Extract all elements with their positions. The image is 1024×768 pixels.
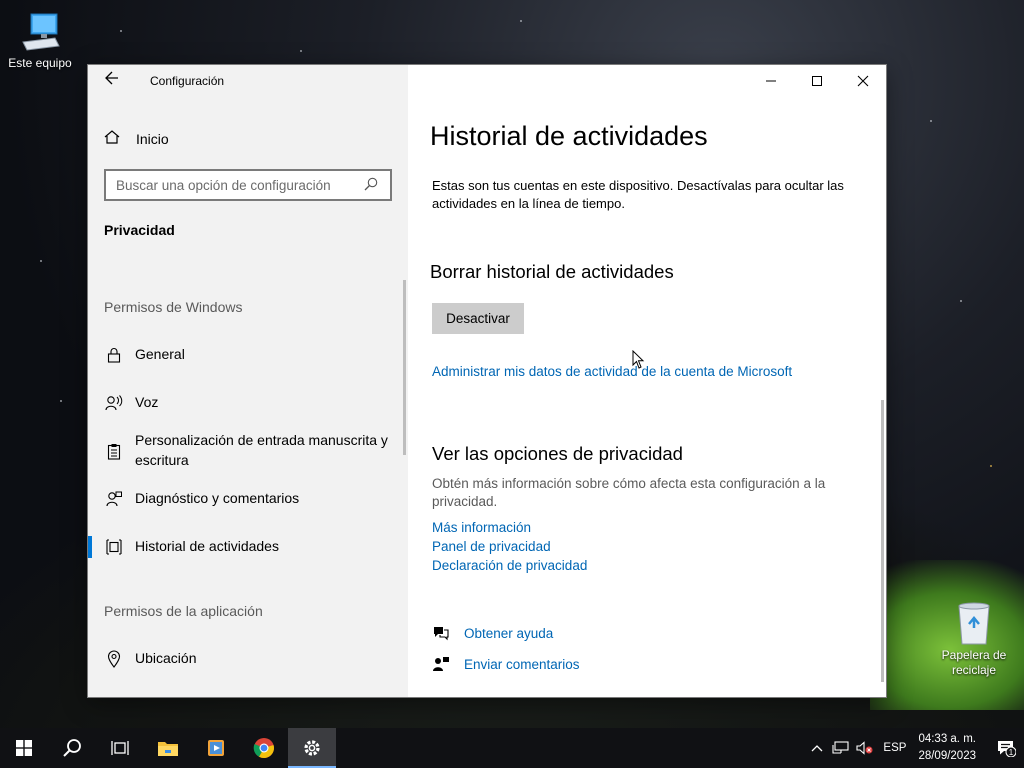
home-icon <box>104 129 124 148</box>
sidebar-item-inking-typing[interactable]: Personalización de entrada manuscrita y … <box>88 430 406 470</box>
search-input[interactable] <box>116 177 364 193</box>
settings-window: Configuración Inicio Privacidad Permisos… <box>88 65 886 697</box>
minimize-icon <box>766 80 776 82</box>
clear-history-heading: Borrar historial de actividades <box>430 261 674 282</box>
search-icon <box>63 739 81 757</box>
chrome-button[interactable] <box>240 728 288 768</box>
sidebar-item-location[interactable]: Ubicación <box>88 648 406 669</box>
recycle-bin-icon <box>951 600 997 646</box>
recycle-bin-label: Papelera de reciclaje <box>941 648 1007 677</box>
notification-count: 1 <box>1009 748 1014 757</box>
sidebar-item-home[interactable]: Inicio <box>104 129 169 148</box>
folder-icon <box>158 742 178 756</box>
volume-button[interactable] <box>853 728 877 768</box>
window-title: Configuración <box>150 74 225 88</box>
computer-icon <box>17 8 63 54</box>
page-title: Historial de actividades <box>430 121 708 151</box>
media-player-icon <box>208 740 224 756</box>
minimize-button[interactable] <box>748 65 794 97</box>
privacy-dashboard-link[interactable]: Panel de privacidad <box>432 539 551 554</box>
network-icon <box>832 741 849 754</box>
start-button[interactable] <box>0 728 48 768</box>
gear-icon <box>304 740 320 756</box>
voice-icon <box>104 393 124 413</box>
close-icon <box>857 75 869 87</box>
sidebar-item-general[interactable]: General <box>88 344 406 365</box>
feedback-person-icon <box>432 655 450 673</box>
maximize-button[interactable] <box>794 65 840 97</box>
manage-activity-data-link[interactable]: Administrar mis datos de actividad de la… <box>432 364 792 379</box>
more-info-link[interactable]: Más información <box>432 520 531 535</box>
network-button[interactable] <box>829 728 853 768</box>
sidebar-item-diagnostics[interactable]: Diagnóstico y comentarios <box>88 488 406 509</box>
input-language-indicator[interactable]: ESP <box>883 742 906 754</box>
privacy-statement-link[interactable]: Declaración de privacidad <box>432 558 587 573</box>
maximize-icon <box>812 76 822 86</box>
file-explorer-button[interactable] <box>144 728 192 768</box>
action-center-button[interactable]: 1 <box>988 728 1024 768</box>
search-icon[interactable] <box>364 177 380 193</box>
settings-taskbar-button[interactable] <box>288 728 336 768</box>
group-title-app-permissions: Permisos de la aplicación <box>104 603 263 619</box>
sidebar-item-activity-history[interactable]: Historial de actividades <box>88 536 406 558</box>
taskbar: ESP 04:33 a. m. 28/09/2023 1 <box>0 728 1024 768</box>
back-arrow-icon[interactable] <box>102 71 122 91</box>
settings-search-box[interactable] <box>104 169 392 201</box>
deactivate-button[interactable]: Desactivar <box>432 303 524 334</box>
sidebar-item-label: Diagnóstico y comentarios <box>135 490 300 506</box>
page-description: Estas son tus cuentas en este dispositiv… <box>432 178 844 211</box>
clipboard-icon <box>104 441 124 461</box>
clock[interactable]: 04:33 a. m. 28/09/2023 <box>918 731 976 765</box>
send-feedback-row[interactable]: Enviar comentarios <box>432 655 580 673</box>
clock-date: 28/09/2023 <box>918 750 976 762</box>
chevron-up-icon <box>811 745 823 752</box>
get-help-label: Obtener ayuda <box>464 625 554 641</box>
settings-content: Historial de actividades Estas son tus c… <box>408 65 886 697</box>
system-tray: ESP 04:33 a. m. 28/09/2023 1 <box>805 728 1024 768</box>
sidebar-home-label: Inicio <box>136 130 169 147</box>
task-view-button[interactable] <box>96 728 144 768</box>
settings-sidebar: Configuración Inicio Privacidad Permisos… <box>88 65 408 697</box>
windows-logo-icon <box>16 740 32 756</box>
group-title-windows-permissions: Permisos de Windows <box>104 299 243 315</box>
privacy-options-heading: Ver las opciones de privacidad <box>432 443 683 464</box>
chrome-icon <box>253 738 274 759</box>
volume-muted-icon <box>856 741 873 755</box>
this-pc-label: Este equipo <box>8 56 72 70</box>
lock-icon <box>104 345 124 365</box>
sidebar-item-label: Historial de actividades <box>135 538 279 554</box>
clock-time: 04:33 a. m. <box>918 733 976 745</box>
get-help-row[interactable]: Obtener ayuda <box>432 624 553 642</box>
location-icon <box>104 649 124 669</box>
feedback-icon <box>104 489 124 509</box>
sidebar-item-voice[interactable]: Voz <box>88 392 406 413</box>
mouse-cursor-icon <box>632 350 645 369</box>
search-taskbar-button[interactable] <box>48 728 96 768</box>
sidebar-item-label: Personalización de entrada manuscrita y … <box>135 432 388 468</box>
sidebar-item-label: Voz <box>135 394 159 410</box>
sidebar-item-label: Ubicación <box>135 650 197 666</box>
sidebar-item-label: General <box>135 346 185 362</box>
notification-icon: 1 <box>998 741 1016 757</box>
close-button[interactable] <box>840 65 886 97</box>
recycle-bin-shortcut[interactable]: Papelera de reciclaje <box>934 600 1014 678</box>
timeline-icon <box>104 537 124 557</box>
send-feedback-label: Enviar comentarios <box>464 656 580 672</box>
help-chat-icon <box>432 624 450 642</box>
privacy-description: Obtén más información sobre cómo afecta … <box>432 476 826 509</box>
content-scrollbar[interactable] <box>881 400 884 682</box>
task-view-icon <box>111 741 129 755</box>
section-title-privacy: Privacidad <box>104 222 175 238</box>
show-hidden-icons-button[interactable] <box>805 728 829 768</box>
this-pc-shortcut[interactable]: Este equipo <box>0 8 80 71</box>
media-player-button[interactable] <box>192 728 240 768</box>
sidebar-scrollbar[interactable] <box>403 280 406 455</box>
